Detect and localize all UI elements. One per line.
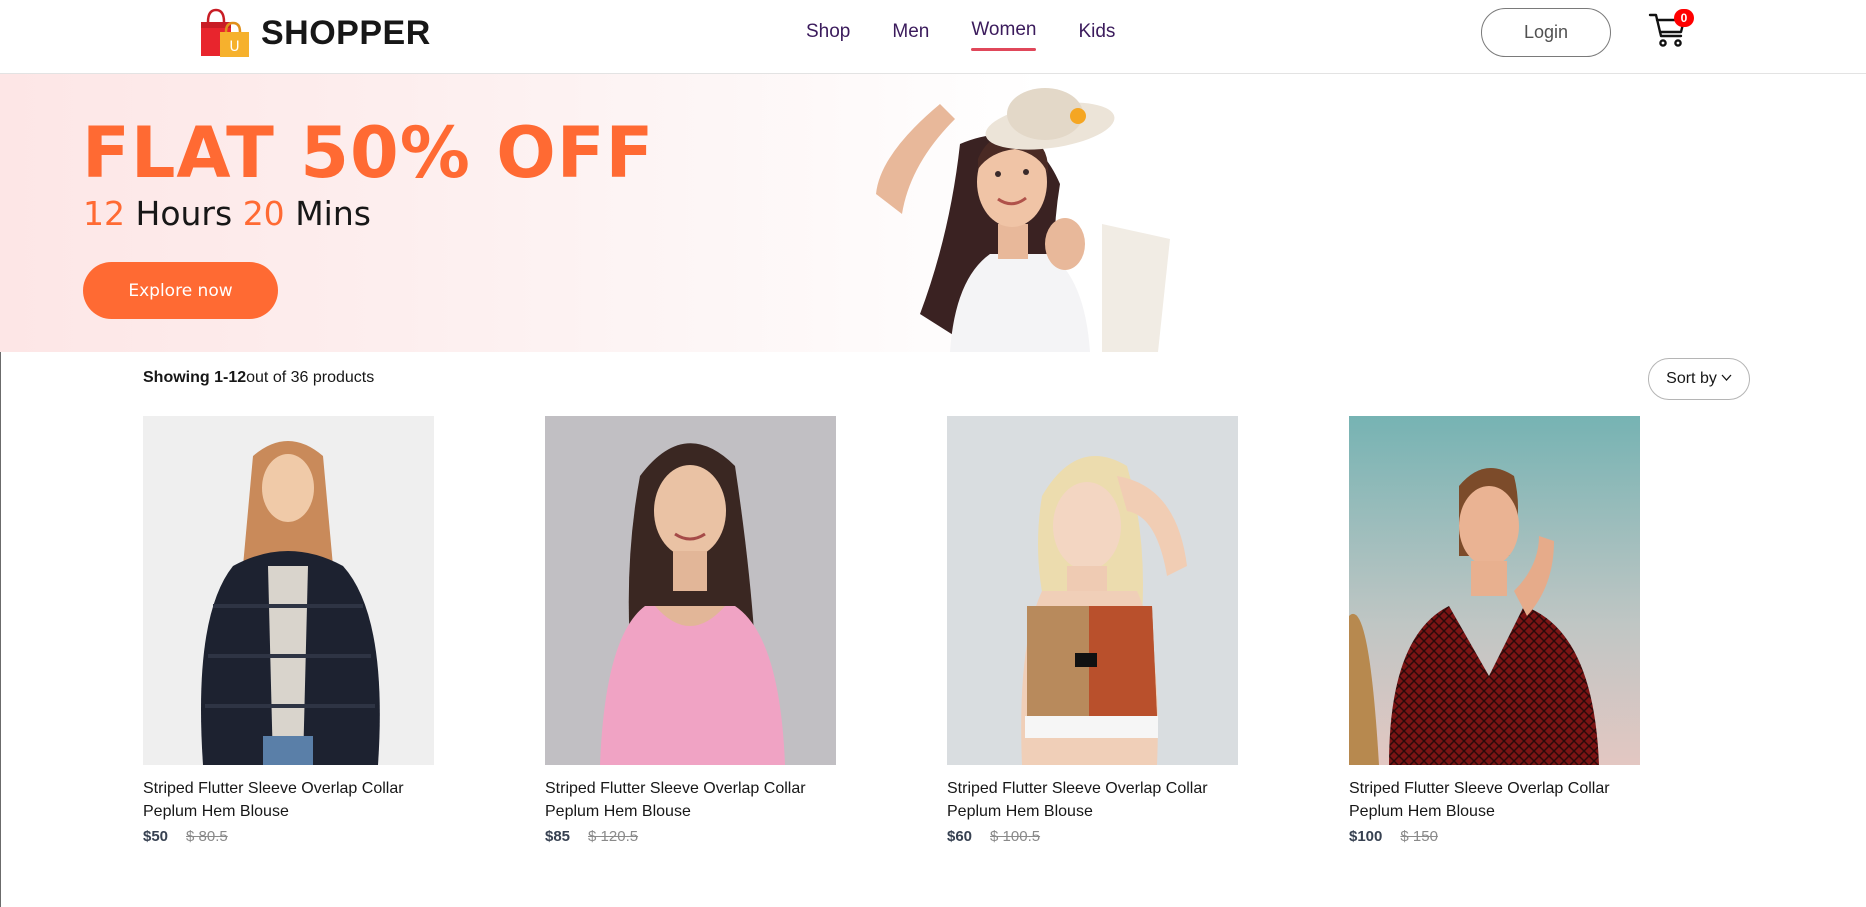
main-nav: Shop Men Women Kids [806,0,1115,64]
countdown-mins-label: Mins [295,194,371,233]
results-count: Showing 1-12out of 36 products [143,369,374,387]
brand-name: SHOPPER [261,13,431,52]
results-total: out of 36 products [246,369,375,386]
brand-logo[interactable]: U SHOPPER [199,8,431,58]
product-new-price: $50 [143,828,169,845]
product-old-price: $ 120.5 [588,828,639,845]
product-image[interactable] [1349,416,1640,765]
hero-countdown: 12 Hours 20 Mins [83,194,371,233]
sort-dropdown[interactable]: Sort by [1648,358,1750,400]
nav-item-women[interactable]: Women [971,19,1037,51]
nav-item-men[interactable]: Men [892,21,929,43]
product-name[interactable]: Striped Flutter Sleeve Overlap Collar Pe… [947,777,1238,823]
product-image[interactable] [947,416,1238,765]
product-new-price: $100 [1349,828,1383,845]
nav-item-shop[interactable]: Shop [806,21,850,43]
product-name[interactable]: Striped Flutter Sleeve Overlap Collar Pe… [545,777,836,823]
product-image[interactable] [545,416,836,765]
product-prices: $85 $ 120.5 [545,828,836,845]
product-image[interactable] [143,416,434,765]
product-prices: $50 $ 80.5 [143,828,434,845]
product-old-price: $ 150 [1400,828,1438,845]
active-nav-underline [971,48,1037,51]
svg-text:U: U [229,39,239,55]
product-card[interactable]: Striped Flutter Sleeve Overlap Collar Pe… [1349,416,1640,845]
product-name[interactable]: Striped Flutter Sleeve Overlap Collar Pe… [143,777,434,823]
product-card[interactable]: Striped Flutter Sleeve Overlap Collar Pe… [545,416,836,845]
chevron-down-icon [1721,370,1732,388]
hero-model-image [840,74,1300,352]
product-old-price: $ 100.5 [990,828,1041,845]
hero-title: FLAT 50% OFF [82,112,655,194]
nav-item-kids[interactable]: Kids [1078,21,1115,43]
navbar: U SHOPPER Shop Men Women Kids Login 0 [0,0,1866,74]
product-old-price: $ 80.5 [186,828,228,845]
results-range: Showing 1-12 [143,369,247,386]
countdown-mins: 20 [242,194,285,233]
product-new-price: $60 [947,828,973,845]
sort-label: Sort by [1666,370,1717,387]
countdown-hours-label: Hours [135,194,233,233]
product-prices: $60 $ 100.5 [947,828,1238,845]
cart-count-badge: 0 [1674,9,1694,27]
shopping-bag-icon: U [199,8,251,58]
product-card[interactable]: Striped Flutter Sleeve Overlap Collar Pe… [143,416,434,845]
product-name[interactable]: Striped Flutter Sleeve Overlap Collar Pe… [1349,777,1640,823]
product-card[interactable]: Striped Flutter Sleeve Overlap Collar Pe… [947,416,1238,845]
explore-now-button[interactable]: Explore now [83,262,278,319]
product-new-price: $85 [545,828,571,845]
hero-banner: FLAT 50% OFF 12 Hours 20 Mins Explore no… [0,74,1300,352]
countdown-hours: 12 [83,194,125,233]
product-grid: Striped Flutter Sleeve Overlap Collar Pe… [143,416,1640,845]
product-prices: $100 $ 150 [1349,828,1640,845]
login-button[interactable]: Login [1481,8,1611,57]
